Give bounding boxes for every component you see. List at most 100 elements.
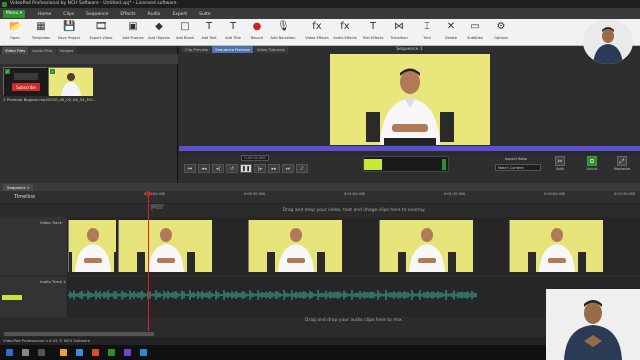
media-clip-2[interactable]: ✓ — [48, 67, 93, 96]
tab-sequence[interactable]: Sequence — [80, 10, 114, 19]
video-effects-button[interactable]: fx Video Effects — [304, 21, 330, 45]
media-clip-2-name: 2020_06_02_08_54_MO... — [48, 97, 97, 102]
tab-sequence-1[interactable]: Sequence 1 — [3, 184, 34, 191]
tab-audio[interactable]: Audio — [142, 10, 167, 19]
save-project-button[interactable]: 💾 Save Project — [56, 21, 82, 45]
video-clip[interactable] — [68, 220, 116, 272]
tab-effects[interactable]: Effects — [114, 10, 141, 19]
volume-icon[interactable]: ♪ — [296, 164, 308, 173]
add-objects-button[interactable]: ◆ Add Objects — [146, 21, 172, 45]
options-button[interactable]: ⚙ Options — [488, 21, 514, 45]
transition-button[interactable]: ⋈ Transition — [386, 21, 412, 45]
tab-clips[interactable]: Clips — [57, 10, 80, 19]
pause-icon[interactable]: ❚❚ — [240, 164, 252, 173]
folder-open-icon: 📂 — [9, 21, 22, 32]
record-button[interactable]: ● Record — [244, 21, 270, 45]
task-view-icon[interactable] — [38, 349, 45, 356]
chrome-icon[interactable] — [92, 349, 99, 356]
save-icon: 💾 — [63, 21, 76, 32]
tab-export[interactable]: Export — [166, 10, 193, 19]
taskbar — [0, 345, 640, 360]
check-icon: ✓ — [50, 69, 55, 74]
loop-icon[interactable]: ↺ — [226, 164, 238, 173]
video-track[interactable] — [68, 217, 640, 275]
step-forward-icon[interactable]: ▸▸ — [268, 164, 280, 173]
split-icon: ✂ — [555, 156, 565, 166]
delete-button[interactable]: ✕ Delete — [438, 21, 464, 45]
audio-level-meter — [363, 156, 449, 172]
go-end-icon[interactable]: ⏭ — [282, 164, 294, 173]
toolbar-label: Open — [10, 36, 20, 40]
toolbar-label: Subtitles — [467, 36, 483, 40]
menu-tabs: Home Clips Sequence Effects Audio Export… — [32, 10, 217, 19]
unlink-button[interactable]: ⧉ Unlink — [583, 156, 601, 174]
add-blank-button[interactable]: □ Add Blank — [172, 21, 198, 45]
app-icon-2[interactable] — [124, 349, 131, 356]
preview-video-frame[interactable] — [330, 54, 490, 145]
timeline-ruler[interactable]: 0:00:00.000 0:00:30.000 0:01:00.000 0:01… — [68, 191, 640, 197]
video-clip[interactable] — [248, 220, 342, 272]
audio-track-header: Audio Track 1 — [0, 277, 68, 317]
add-title-button[interactable]: T Add Title — [220, 21, 246, 45]
frame-back-icon[interactable]: ◂| — [212, 164, 224, 173]
audio-effects-button[interactable]: fx Audio Effects — [332, 21, 358, 45]
media-clip-1[interactable]: Subscribe ✓ — [3, 67, 48, 96]
audio-waveform — [68, 290, 477, 300]
video-clip[interactable] — [118, 220, 212, 272]
tab-audio-files[interactable]: Audio Files — [29, 47, 56, 54]
timeline-label: Timeline — [14, 194, 36, 200]
add-frames-button[interactable]: ▣ Add Frames — [120, 21, 146, 45]
start-icon[interactable] — [6, 349, 13, 356]
split-button[interactable]: ✂ Split — [551, 156, 569, 174]
add-text-button[interactable]: T Add Text — [196, 21, 222, 45]
toolbar-label: Add Text — [201, 36, 217, 40]
media-toolbar — [0, 54, 178, 64]
videopad-icon[interactable] — [108, 349, 115, 356]
add-narration-button[interactable]: 🎙 Add Narration — [270, 21, 296, 45]
text-effects-icon: T — [369, 21, 377, 32]
video-clip[interactable] — [509, 220, 603, 272]
tab-home[interactable]: Home — [32, 10, 57, 19]
media-tabs: Video Files Audio Files Images — [2, 47, 77, 54]
frame-forward-icon[interactable]: |▸ — [254, 164, 266, 173]
video-clip[interactable] — [379, 220, 473, 272]
app-icon-3[interactable] — [140, 349, 147, 356]
tab-clip-preview[interactable]: Clip Preview — [182, 46, 212, 53]
step-back-icon[interactable]: ◂◂ — [198, 164, 210, 173]
menu-bar: Menu ▾ Home Clips Sequence Effects Audio… — [0, 8, 640, 19]
add-text-icon: T — [205, 21, 213, 32]
text-effects-button[interactable]: T Text Effects — [360, 21, 386, 45]
scrollbar-thumb[interactable] — [4, 332, 154, 336]
toolbar-label: Export Video — [89, 36, 113, 40]
playhead[interactable] — [148, 191, 149, 331]
toolbar-label: Add Objects — [148, 36, 170, 40]
subtitles-button[interactable]: ▭ Subtitles — [462, 21, 488, 45]
search-icon[interactable] — [22, 349, 29, 356]
preview-panel: Sequence 1 Clip Preview Sequence Preview… — [179, 46, 640, 183]
go-start-icon[interactable]: ⏮ — [184, 164, 196, 173]
app-window: VideoPad Professional by NCH Software - … — [0, 0, 640, 360]
tab-video-files[interactable]: Video Files — [2, 47, 29, 54]
edge-icon[interactable] — [76, 349, 83, 356]
tab-suite[interactable]: Suite — [193, 10, 217, 19]
aspect-ratio-select[interactable]: Match Content — [495, 164, 541, 171]
templates-button[interactable]: ▦ Templates — [28, 21, 54, 45]
webcam-overlay-bottom — [546, 289, 640, 360]
tab-video-tutorials[interactable]: Video Tutorials — [253, 46, 288, 53]
preview-tabs: Clip Preview Sequence Preview Video Tuto… — [182, 46, 289, 53]
menu-button[interactable]: Menu ▾ — [3, 10, 25, 18]
maximize-button[interactable]: ⤢ Maximize — [613, 156, 631, 174]
trim-button[interactable]: ⌶ Trim — [414, 21, 440, 45]
tab-images[interactable]: Images — [56, 47, 77, 54]
open-button[interactable]: 📂 Open — [2, 21, 28, 45]
app-icon — [2, 1, 7, 7]
folder-icon[interactable] — [60, 349, 67, 356]
narration-icon: 🎙 — [277, 21, 290, 32]
playhead-handle[interactable] — [146, 191, 151, 196]
toolbar-label: Delete — [445, 36, 457, 40]
toolbar-label: Trim — [423, 36, 431, 40]
tab-sequence-preview[interactable]: Sequence Preview — [212, 46, 253, 53]
export-video-button[interactable]: 🎞 Export Video — [88, 21, 114, 45]
templates-icon: ▦ — [36, 21, 46, 32]
add-blank-icon: □ — [180, 21, 190, 32]
